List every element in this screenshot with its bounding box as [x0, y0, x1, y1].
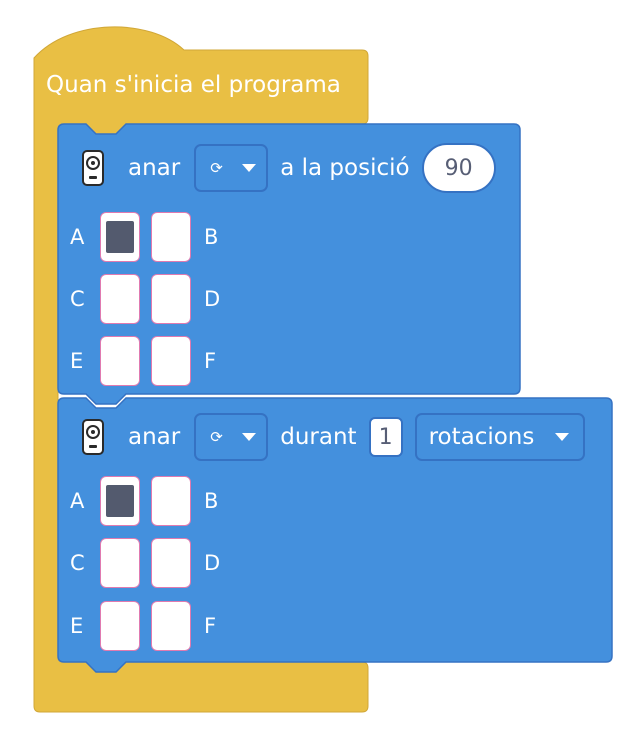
block2-port-label-e: E	[70, 614, 84, 638]
block2-port-label-b: B	[204, 489, 219, 513]
block2-port-c[interactable]	[100, 538, 140, 588]
block1-position-input[interactable]: 90	[421, 143, 496, 193]
chevron-down-icon	[242, 164, 257, 172]
block2-port-label-c: C	[70, 551, 85, 575]
block2-port-b[interactable]	[151, 476, 191, 526]
block2-port-f[interactable]	[151, 601, 191, 651]
block2-unit-label: rotacions	[428, 424, 535, 450]
block1-direction-dropdown[interactable]: ⟳	[194, 144, 269, 192]
clockwise-arrow-icon: ⟳	[210, 428, 223, 446]
block2-direction-dropdown[interactable]: ⟳	[194, 413, 269, 461]
block1-port-label-e: E	[70, 349, 84, 373]
block2-port-label-d: D	[204, 551, 221, 575]
hub-motor-icon	[82, 150, 104, 186]
block1-port-c[interactable]	[100, 274, 140, 324]
block1-port-label-b: B	[204, 225, 219, 249]
block1-header: anar ⟳ a la posició 90	[82, 143, 496, 193]
clockwise-arrow-icon: ⟳	[210, 159, 223, 177]
block1-port-label-c: C	[70, 287, 85, 311]
block2-amount-input[interactable]: 1	[368, 417, 403, 457]
hat-block-label: Quan s'inicia el programa	[46, 72, 341, 98]
block1-suffix: a la posició	[280, 155, 410, 181]
block1-port-a[interactable]	[100, 212, 140, 262]
block1-port-b[interactable]	[151, 212, 191, 262]
block2-port-e[interactable]	[100, 601, 140, 651]
block2-verb: anar	[128, 424, 181, 450]
block1-verb: anar	[128, 155, 181, 181]
block1-port-e[interactable]	[100, 336, 140, 386]
hub-motor-icon	[82, 419, 104, 455]
block1-port-d[interactable]	[151, 274, 191, 324]
block2-port-label-a: A	[70, 489, 85, 513]
block2-middle-label: durant	[280, 424, 357, 450]
block-shapes	[33, 26, 613, 713]
block2-header: anar ⟳ durant 1 rotacions	[82, 413, 585, 461]
block1-port-label-d: D	[204, 287, 221, 311]
chevron-down-icon	[554, 433, 569, 441]
block2-port-a[interactable]	[100, 476, 140, 526]
block2-unit-dropdown[interactable]: rotacions	[414, 413, 585, 461]
chevron-down-icon	[242, 433, 257, 441]
block1-port-label-a: A	[70, 225, 85, 249]
block2-port-d[interactable]	[151, 538, 191, 588]
block1-port-label-f: F	[204, 349, 217, 373]
block-canvas: Quan s'inicia el programa anar ⟳ a la po…	[0, 0, 642, 738]
block2-port-label-f: F	[204, 614, 217, 638]
block1-port-f[interactable]	[151, 336, 191, 386]
